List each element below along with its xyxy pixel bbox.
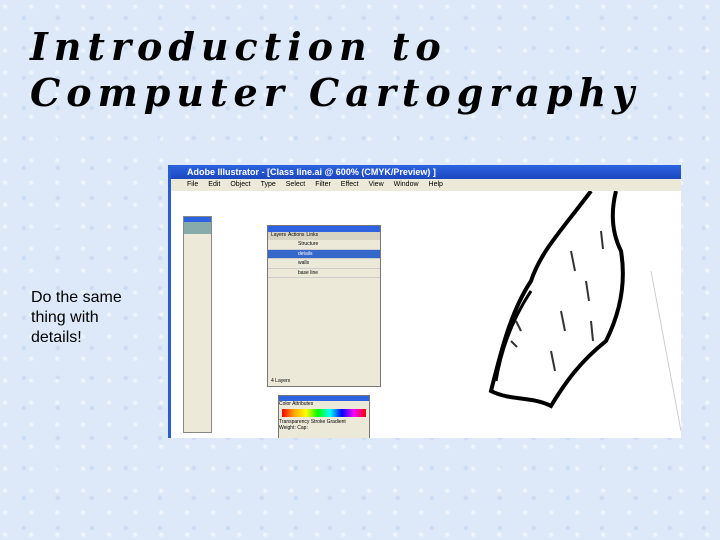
- tab-layers[interactable]: Layers: [271, 232, 286, 240]
- slide-body-text: Do the same thing with details!: [31, 289, 122, 346]
- color-spectrum[interactable]: [282, 409, 366, 417]
- menu-type[interactable]: Type: [261, 179, 276, 191]
- tab-color[interactable]: Color: [279, 401, 291, 407]
- window-titlebar: Adobe Illustrator - [Class line.ai @ 600…: [171, 165, 681, 179]
- tab-actions[interactable]: Actions: [288, 232, 304, 240]
- slide: Introduction to Computer Cartography Do …: [0, 0, 720, 540]
- menu-effect[interactable]: Effect: [341, 179, 359, 191]
- menu-view[interactable]: View: [369, 179, 384, 191]
- menu-object[interactable]: Object: [230, 179, 250, 191]
- menu-select[interactable]: Select: [286, 179, 305, 191]
- layer-row[interactable]: walls: [268, 259, 380, 269]
- tab-links[interactable]: Links: [306, 232, 318, 240]
- layer-row[interactable]: base line: [268, 269, 380, 278]
- illustrator-screenshot: Adobe Illustrator - [Class line.ai @ 600…: [168, 165, 681, 438]
- layer-count: 4 Layers: [271, 378, 291, 384]
- menu-file[interactable]: File: [187, 179, 198, 191]
- layer-row[interactable]: Structure: [268, 240, 380, 250]
- color-panel: Color Attributes Transparency Stroke Gra…: [278, 395, 370, 438]
- layer-row[interactable]: details: [268, 249, 380, 259]
- tab-stroke[interactable]: Stroke: [311, 419, 325, 425]
- menu-filter[interactable]: Filter: [315, 179, 331, 191]
- menu-help[interactable]: Help: [429, 179, 443, 191]
- menu-bar: File Edit Object Type Select Filter Effe…: [171, 179, 681, 191]
- menu-edit[interactable]: Edit: [208, 179, 220, 191]
- tab-gradient[interactable]: Gradient: [327, 419, 346, 425]
- toolbox-header-image: [184, 217, 211, 234]
- cap-label: Cap:: [297, 425, 308, 431]
- weight-label: Weight:: [279, 425, 296, 431]
- toolbox[interactable]: [183, 216, 212, 433]
- panel-tabs: Layers Actions Links: [268, 232, 380, 240]
- layers-panel: Layers Actions Links Structure details w…: [267, 225, 381, 387]
- slide-title: Introduction to Computer Cartography: [30, 24, 641, 115]
- menu-window[interactable]: Window: [394, 179, 419, 191]
- map-drawing: [488, 191, 681, 432]
- tab-attributes[interactable]: Attributes: [292, 401, 313, 407]
